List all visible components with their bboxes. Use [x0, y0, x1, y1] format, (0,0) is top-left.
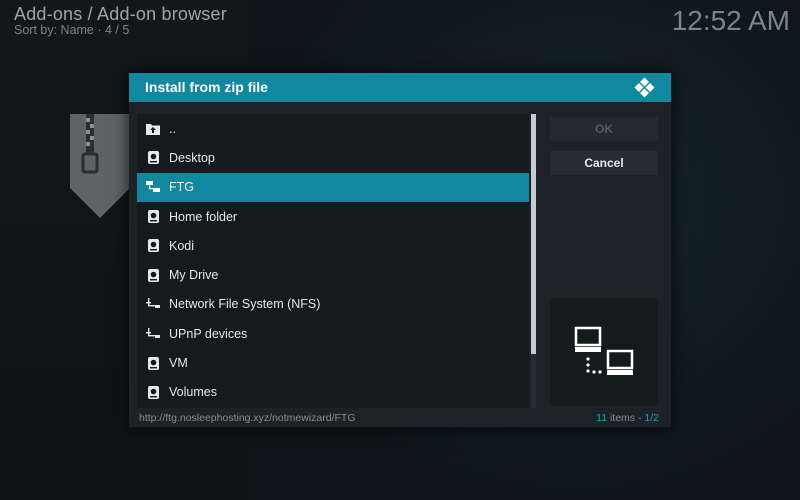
- list-item-label: Kodi: [169, 238, 195, 253]
- list-item[interactable]: Volumes: [137, 378, 529, 407]
- sort-info: Sort by: Name · 4 / 5: [14, 23, 130, 37]
- cancel-button[interactable]: Cancel: [550, 151, 658, 175]
- list-item-label: FTG: [169, 180, 194, 195]
- items-count-suffix: items -: [607, 412, 645, 424]
- install-from-zip-dialog: Install from zip file .. Desktop FTG Hom…: [129, 73, 671, 427]
- list-item-label: My Drive: [169, 268, 219, 283]
- dialog-title: Install from zip file: [145, 79, 268, 95]
- list-item-label: ..: [169, 121, 176, 136]
- kodi-logo-icon: [634, 77, 655, 98]
- list-item[interactable]: Kodi: [137, 231, 529, 260]
- drive-icon: [145, 384, 161, 400]
- current-path: http://ftg.nosleephosting.xyz/notmewizar…: [139, 412, 356, 424]
- list-item-label: Desktop: [169, 150, 215, 165]
- network-share-icon: [145, 179, 161, 195]
- list-item[interactable]: Home folder: [137, 202, 529, 231]
- drive-icon: [145, 150, 161, 166]
- clock: 12:52 AM: [671, 5, 790, 36]
- network-preview-panel: [550, 298, 658, 406]
- drive-icon: [145, 267, 161, 283]
- list-item-selected[interactable]: FTG: [137, 172, 529, 202]
- network-icon: [145, 326, 161, 342]
- list-item-label: Network File System (NFS): [169, 297, 321, 312]
- list-item[interactable]: UPnP devices: [137, 319, 529, 348]
- list-item-label: Home folder: [169, 209, 238, 224]
- list-item[interactable]: VM: [137, 348, 529, 377]
- list-item[interactable]: Network File System (NFS): [137, 290, 529, 319]
- page-title: Add-ons / Add-on browser: [14, 4, 227, 24]
- ok-button[interactable]: OK: [550, 117, 658, 141]
- network-computers-icon: [574, 326, 634, 375]
- list-item-label: VM: [169, 356, 188, 371]
- network-icon: [145, 296, 161, 312]
- items-count-number: 11: [596, 412, 608, 424]
- drive-icon: [145, 355, 161, 371]
- dialog-header: Install from zip file: [129, 73, 671, 102]
- file-browser-list: .. Desktop FTG Home folder Kodi My Drive…: [137, 114, 529, 408]
- drive-icon: [145, 238, 161, 254]
- zip-addon-icon: [70, 114, 130, 218]
- drive-icon: [145, 209, 161, 225]
- folder-up-icon: [145, 121, 161, 137]
- list-scrollbar[interactable]: [531, 114, 536, 408]
- list-item-label: Volumes: [169, 385, 217, 400]
- list-item[interactable]: My Drive: [137, 261, 529, 290]
- list-item[interactable]: Desktop: [137, 143, 529, 172]
- page-indicator: 1/2: [644, 412, 659, 424]
- list-item-label: UPnP devices: [169, 326, 248, 341]
- scrollbar-thumb[interactable]: [531, 114, 536, 354]
- list-item[interactable]: ..: [137, 114, 529, 143]
- items-count: 11 items - 1/2: [596, 412, 659, 424]
